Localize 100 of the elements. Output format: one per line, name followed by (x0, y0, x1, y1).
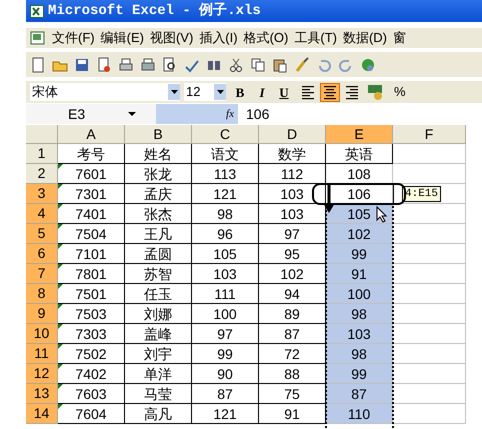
table-cell: 121 (192, 184, 259, 204)
table-cell: 7301 (58, 184, 125, 204)
table-cell: 孟圆 (125, 244, 192, 264)
bold-button[interactable]: B (230, 83, 250, 101)
table-cell: 72 (259, 344, 326, 364)
row-header[interactable]: 13 (26, 384, 58, 404)
table-cell: 87 (326, 384, 393, 404)
table-cell: 100 (326, 284, 393, 304)
spreadsheet-icon (30, 4, 44, 18)
row-header[interactable]: 2 (26, 164, 58, 184)
table-cell: 97 (192, 324, 259, 344)
document-icon[interactable] (96, 56, 112, 72)
table-cell: 姓名 (125, 144, 192, 164)
caret-icon (128, 112, 136, 116)
table-cell: 91 (259, 404, 326, 424)
table-cell: 103 (192, 264, 259, 284)
table-cell: 高凡 (125, 404, 192, 424)
scissors-icon[interactable] (228, 56, 244, 72)
menu-item[interactable]: 格式(O) (244, 28, 288, 48)
table-cell: 7504 (58, 224, 125, 244)
paintbrush-icon[interactable] (294, 56, 310, 72)
row-header[interactable]: 10 (26, 324, 58, 344)
menu-item[interactable]: 视图(V) (150, 28, 194, 48)
printer-icon[interactable] (118, 56, 134, 72)
table-cell: 87 (192, 384, 259, 404)
globe-icon[interactable] (360, 56, 376, 72)
window-title: Microsoft Excel - 例子.xls (48, 2, 261, 20)
row-header[interactable]: 3 (26, 184, 58, 204)
row-header[interactable]: 1 (26, 144, 58, 164)
table-cell: 任玉 (125, 284, 192, 304)
percent-button[interactable]: % (390, 82, 410, 102)
table-cell: 苏智 (125, 264, 192, 284)
table-cell: 数学 (259, 144, 326, 164)
table-cell: 105 (192, 244, 259, 264)
workbook-icon[interactable] (30, 30, 46, 46)
font-dropdown[interactable]: 宋体 (30, 83, 180, 101)
table-cell: 单洋 (125, 364, 192, 384)
table-cell: 111 (192, 284, 259, 304)
column-header[interactable]: B (125, 125, 192, 144)
row-header[interactable]: 5 (26, 224, 58, 244)
row-header[interactable]: 9 (26, 304, 58, 324)
table-cell: 盖峰 (125, 324, 192, 344)
menu-item[interactable]: 工具(T) (294, 28, 337, 48)
italic-button[interactable]: I (252, 83, 272, 101)
column-header[interactable]: A (58, 125, 125, 144)
copy-icon[interactable] (250, 56, 266, 72)
table-cell: 96 (192, 224, 259, 244)
table-cell: 88 (259, 364, 326, 384)
table-cell: 王凡 (125, 224, 192, 244)
table-cell: 112 (259, 164, 326, 184)
row-header[interactable]: 12 (26, 364, 58, 384)
table-cell: 99 (192, 344, 259, 364)
table-cell: 7603 (58, 384, 125, 404)
row-header[interactable]: 14 (26, 404, 58, 424)
menu-item[interactable]: 窗 (393, 28, 406, 48)
table-cell: 94 (259, 284, 326, 304)
table-cell: 7101 (58, 244, 125, 264)
align-center-button[interactable] (320, 82, 340, 102)
caret-icon (216, 90, 224, 94)
table-cell: 98 (326, 344, 393, 364)
table-cell: 张杰 (125, 204, 192, 224)
row-header[interactable]: 8 (26, 284, 58, 304)
table-cell: 马莹 (125, 384, 192, 404)
size-dropdown[interactable]: 12 (184, 83, 226, 101)
table-cell: 91 (326, 264, 393, 284)
row-header[interactable]: 6 (26, 244, 58, 264)
column-header[interactable]: F (393, 125, 466, 144)
column-header[interactable]: C (192, 125, 259, 144)
table-cell: 7503 (58, 304, 125, 324)
table-cell: 110 (326, 404, 393, 424)
menu-item[interactable]: 编辑(E) (100, 28, 144, 48)
table-cell: 刘娜 (125, 304, 192, 324)
menu-item[interactable]: 文件(F) (52, 28, 95, 48)
menu-item[interactable]: 插入(I) (199, 28, 238, 48)
name-box[interactable]: E3 (26, 104, 156, 124)
table-cell: 95 (259, 244, 326, 264)
table-cell: 100 (192, 304, 259, 324)
table-cell: 87 (259, 324, 326, 344)
table-cell: 103 (326, 324, 393, 344)
menu-item[interactable]: 数据(D) (342, 28, 388, 48)
table-cell: 75 (259, 384, 326, 404)
paste-icon[interactable] (272, 56, 288, 72)
row-header[interactable]: 11 (26, 344, 58, 364)
function-button[interactable]: fx (226, 106, 234, 122)
column-header[interactable]: D (259, 125, 326, 144)
underline-button[interactable]: U (274, 83, 294, 101)
table-cell: 99 (326, 364, 393, 384)
new-document-icon[interactable] (30, 56, 46, 72)
table-cell: 7601 (58, 164, 125, 184)
row-header[interactable]: 4 (26, 204, 58, 224)
table-cell: 90 (192, 364, 259, 384)
row-header[interactable]: 7 (26, 264, 58, 284)
table-cell: 语文 (192, 144, 259, 164)
column-header[interactable]: E (326, 125, 393, 144)
caret-icon (170, 90, 178, 94)
table-cell: 98 (192, 204, 259, 224)
printer-icon[interactable] (140, 56, 156, 72)
table-cell: 102 (326, 224, 393, 244)
table-cell: 7402 (58, 364, 125, 384)
table-cell: 7801 (58, 264, 125, 284)
